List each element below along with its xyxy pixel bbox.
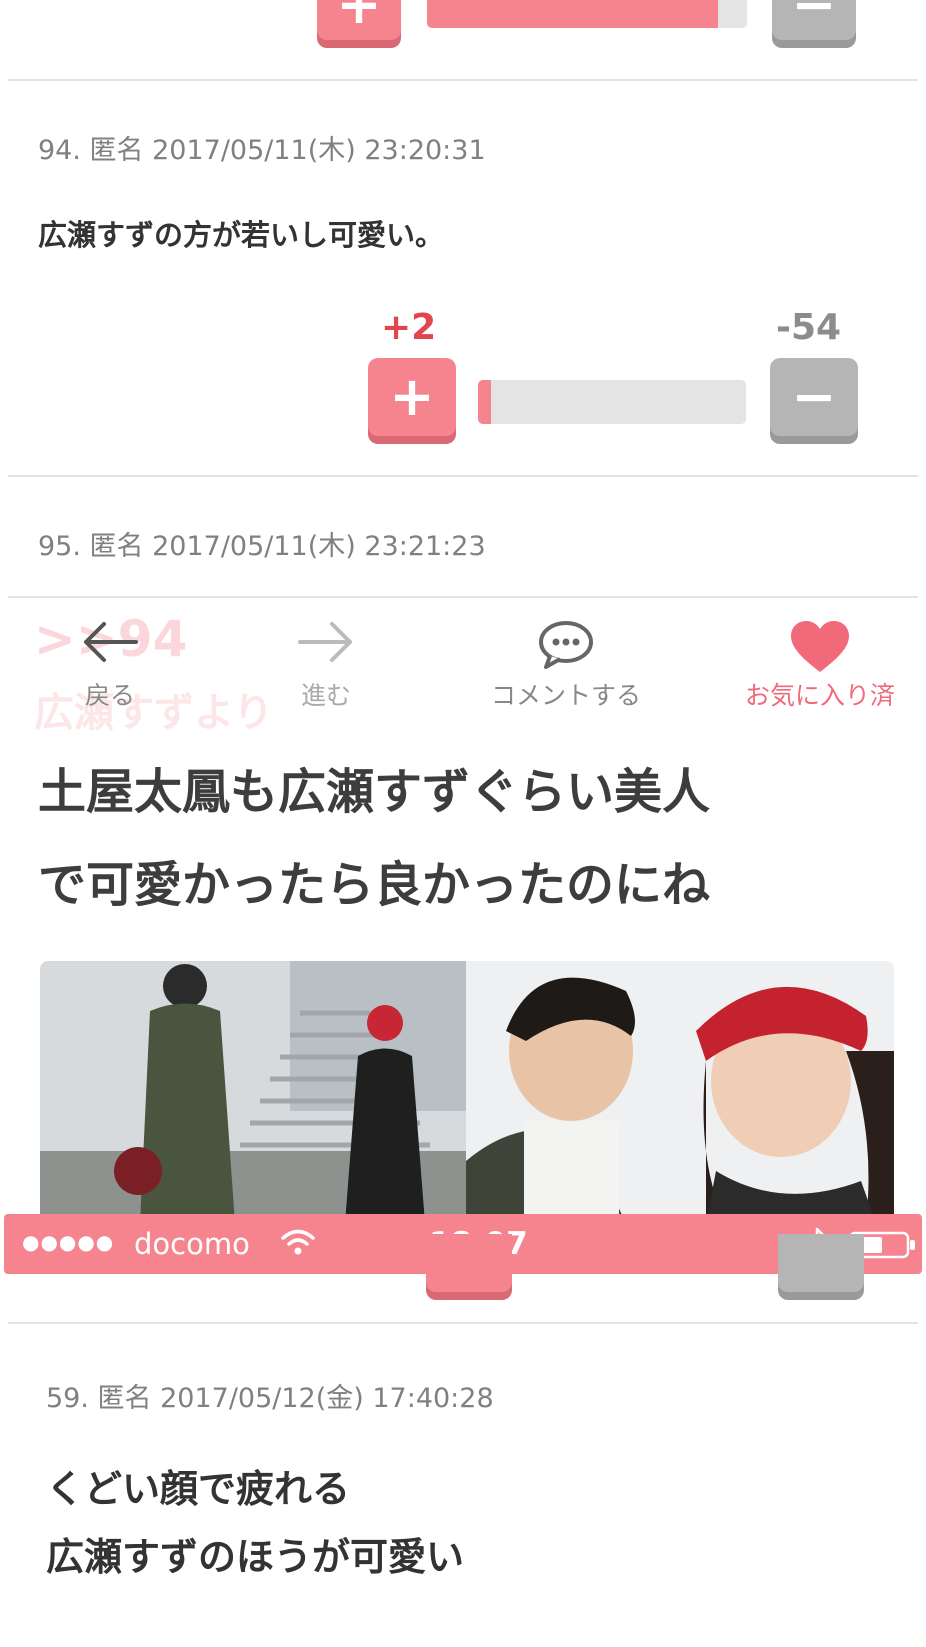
prev-minus-button[interactable]: − — [772, 0, 856, 40]
plus-vote-button[interactable] — [426, 1234, 512, 1292]
nav-comment[interactable]: コメントする — [486, 598, 646, 710]
vote-ratio-bar — [478, 380, 746, 424]
photo-couple-stairs — [40, 961, 466, 1223]
comment-text-line-1: くどい顔で疲れる — [46, 1467, 351, 1511]
bottom-nav-bar: >>94 広瀬すずより 戻る 進む コメントする お気に入り済 — [0, 598, 926, 736]
divider — [8, 475, 918, 477]
minus-vote-button[interactable] — [778, 1234, 864, 1292]
back-arrow-icon — [30, 620, 190, 668]
forward-arrow-icon — [246, 620, 406, 668]
nav-back[interactable]: 戻る — [30, 598, 190, 710]
plus-icon: + — [389, 365, 435, 428]
prev-plus-button[interactable]: + — [317, 0, 401, 40]
prev-vote-bar — [427, 0, 747, 28]
nav-favorite[interactable]: お気に入り済 — [730, 598, 910, 710]
comment-meta: 95. 匿名 2017/05/11(木) 23:21:23 — [38, 531, 486, 562]
minus-count: -54 — [776, 307, 842, 348]
photo-couple-closeup — [466, 961, 894, 1223]
plus-icon: + — [336, 0, 382, 36]
headline-line-2: で可愛かったら良かったのにね — [38, 857, 711, 913]
headline-line-1: 土屋太鳳も広瀬すずぐらい美人 — [38, 764, 711, 820]
heart-icon — [730, 620, 910, 678]
speech-bubble-icon — [486, 620, 646, 674]
nav-forward-label: 進む — [300, 681, 351, 710]
minus-vote-button[interactable]: − — [770, 358, 858, 436]
minus-icon: − — [791, 0, 837, 36]
nav-back-label: 戻る — [84, 681, 135, 710]
wifi-icon — [280, 1228, 316, 1260]
comment-text-line-2: 広瀬すずのほうが可愛い — [46, 1535, 465, 1579]
plus-count: +2 — [381, 307, 437, 348]
nav-forward[interactable]: 進む — [246, 598, 406, 710]
comment-panel: 59. 匿名 2017/05/12(金) 17:40:28 くどい顔で疲れる 広… — [0, 1234, 926, 1647]
comment-meta: 94. 匿名 2017/05/11(木) 23:20:31 — [38, 135, 486, 166]
plus-vote-button[interactable]: + — [368, 358, 456, 436]
vote-ratio-fill — [478, 380, 492, 424]
carrier-label: docomo — [134, 1227, 250, 1261]
nav-comment-label: コメントする — [490, 681, 641, 710]
divider — [8, 1322, 918, 1324]
divider — [8, 79, 918, 81]
signal-dots: ●●●●● — [22, 1230, 115, 1254]
minus-icon: − — [791, 365, 837, 428]
comment-meta: 59. 匿名 2017/05/12(金) 17:40:28 — [46, 1383, 494, 1414]
nav-favorite-label: お気に入り済 — [744, 681, 895, 710]
comment-text: 広瀬すずの方が若いし可愛い。 — [38, 218, 445, 252]
